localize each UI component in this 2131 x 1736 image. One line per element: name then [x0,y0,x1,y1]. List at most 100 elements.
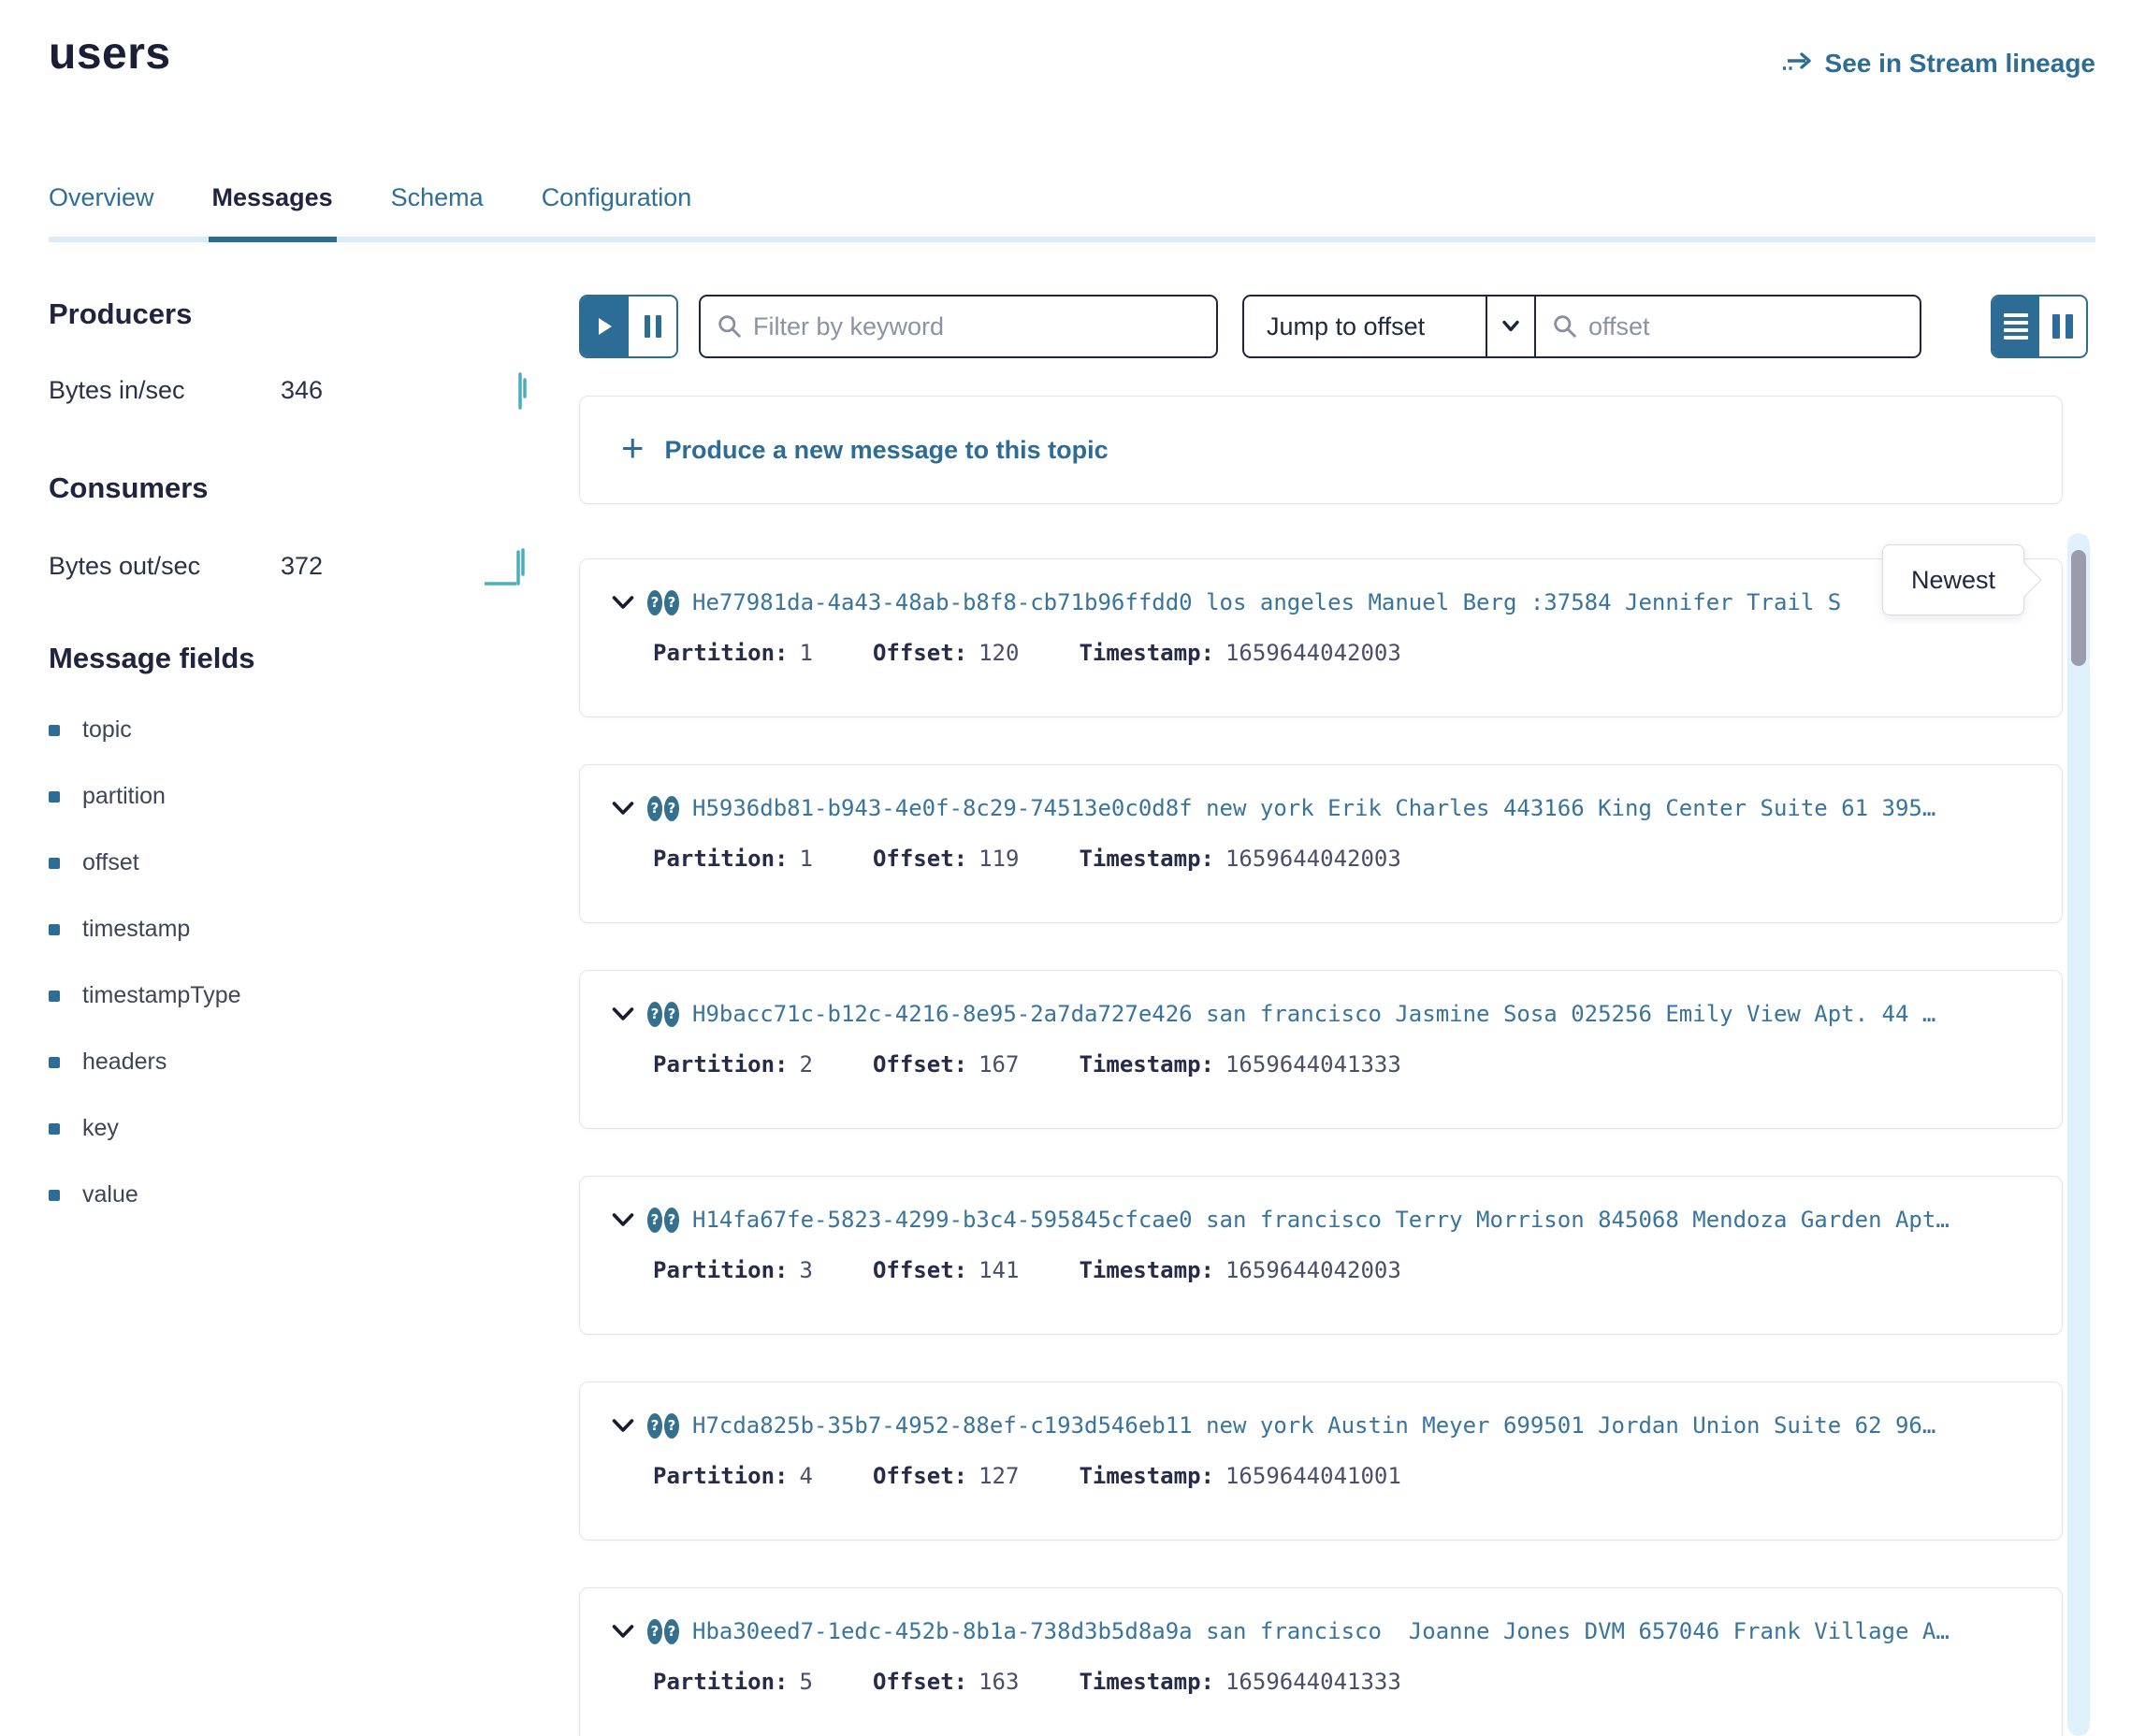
message-row[interactable]: ? ? H7cda825b-35b7-4952-88ef-c193d546eb1… [579,1382,2063,1541]
offset-label: Offset: [873,1051,967,1078]
pause-button[interactable] [629,297,676,356]
offset-label: Offset: [873,1669,967,1695]
unknown-glyph-icons: ? ? [647,1002,679,1027]
message-field-item[interactable]: value [49,1181,535,1208]
bytes-in-sparkline [507,369,535,412]
field-bullet-icon [49,858,60,869]
expand-row-button[interactable] [612,802,634,816]
stream-lineage-label: See in Stream lineage [1825,49,2095,79]
message-scrollbar-track[interactable] [2067,533,2090,1736]
timestamp-field: Timestamp:1659644041333 [1079,1051,1400,1078]
unknown-glyph-icons: ? ? [647,590,679,615]
message-field-item[interactable]: timestampType [49,982,535,1009]
list-view-button[interactable] [1993,297,2039,356]
unknown-glyph-icon: ? [664,1208,679,1233]
field-label: offset [82,849,139,876]
message-key-text: H9bacc71c-b12c-4216-8e95-2a7da727e426 sa… [692,1001,1935,1027]
offset-search-input[interactable] [1588,312,1920,341]
tab[interactable]: Overview [49,183,154,212]
unknown-glyph-icon: ? [664,1619,679,1644]
offset-search-field[interactable] [1534,297,1920,356]
message-key-line: ? ? Hba30eed7-1edc-452b-8b1a-738d3b5d8a9… [612,1618,2026,1644]
column-view-button[interactable] [2039,297,2086,356]
field-bullet-icon [49,791,60,803]
unknown-glyph-icons: ? ? [647,1208,679,1233]
bytes-out-label: Bytes out/sec [49,552,281,581]
message-row[interactable]: ? ? Hba30eed7-1edc-452b-8b1a-738d3b5d8a9… [579,1587,2063,1736]
keyword-filter-field[interactable] [699,295,1218,358]
message-field-item[interactable]: key [49,1115,535,1142]
unknown-glyph-icon: ? [647,590,662,615]
produce-message-button[interactable]: + Produce a new message to this topic [579,396,2063,504]
expand-row-button[interactable] [612,596,634,610]
timestamp-value: 1659644041001 [1225,1463,1401,1489]
field-label: headers [82,1049,167,1076]
offset-field: Offset:127 [873,1463,1020,1489]
chevron-down-icon [612,1213,634,1227]
message-fields-list: topic partition offset timestamp timesta… [49,716,535,1208]
play-button[interactable] [581,297,629,356]
chevron-down-icon [612,596,634,610]
chevron-down-icon [612,1419,634,1433]
message-row[interactable]: ? ? H9bacc71c-b12c-4216-8e95-2a7da727e42… [579,970,2063,1129]
message-meta-line: Partition:5 Offset:163 Timestamp:1659644… [653,1669,2026,1695]
timestamp-field: Timestamp:1659644042003 [1079,1257,1400,1283]
tab[interactable]: Messages [212,183,333,212]
plus-icon: + [621,428,645,468]
unknown-glyph-icon: ? [647,1002,662,1027]
messages-panel: Jump to offset [579,295,2088,1736]
unknown-glyph-icons: ? ? [647,1413,679,1439]
partition-field: Partition:5 [653,1669,813,1695]
message-scrollbar-thumb[interactable] [2071,550,2086,666]
unknown-glyph-icon: ? [664,590,679,615]
message-field-item[interactable]: partition [49,783,535,810]
message-row[interactable]: ? ? H5936db81-b943-4e0f-8c29-74513e0c0d8… [579,764,2063,923]
message-row[interactable]: ? ? He77981da-4a43-48ab-b8f8-cb71b96ffdd… [579,558,2063,717]
producers-heading: Producers [49,297,535,331]
partition-value: 2 [800,1051,813,1078]
timestamp-field: Timestamp: 1659644041001 [1079,1463,1400,1489]
message-meta-line: Partition:1 Offset:120 Timestamp:1659644… [653,640,2026,666]
timestamp-field: Timestamp:1659644041333 [1079,1669,1400,1695]
message-key-line: ? ? He77981da-4a43-48ab-b8f8-cb71b96ffdd… [612,589,2026,615]
message-field-item[interactable]: headers [49,1049,535,1076]
bytes-in-value: 346 [281,376,323,405]
keyword-filter-input[interactable] [753,312,1199,341]
tab[interactable]: Configuration [542,183,692,212]
expand-row-button[interactable] [612,1213,634,1227]
consumers-heading: Consumers [49,471,535,505]
unknown-glyph-icon: ? [647,796,662,821]
timestamp-value: 1659644041333 [1225,1669,1401,1695]
expand-row-button[interactable] [612,1419,634,1433]
list-view-icon [2004,321,2028,325]
list-view-icon [2004,313,2028,317]
offset-field: Offset:120 [873,640,1020,666]
jump-to-offset-control: Jump to offset [1242,295,1921,358]
message-row[interactable]: ? ? H14fa67fe-5823-4299-b3c4-595845cfcae… [579,1176,2063,1335]
newest-tooltip: Newest [1882,544,2024,615]
stream-lineage-link[interactable]: See in Stream lineage [1780,49,2095,79]
jump-to-offset-select[interactable]: Jump to offset [1244,297,1486,356]
bytes-in-label: Bytes in/sec [49,376,281,405]
field-label: key [82,1115,119,1142]
column-view-icon [2066,314,2073,339]
offset-value: 119 [979,846,1019,872]
unknown-glyph-icon: ? [664,1002,679,1027]
tab[interactable]: Schema [391,183,484,212]
unknown-glyph-icon: ? [664,1413,679,1439]
partition-label: Partition: [653,1051,789,1078]
expand-row-button[interactable] [612,1625,634,1639]
message-field-item[interactable]: timestamp [49,916,535,943]
timestamp-label: Timestamp: [1079,1257,1214,1283]
field-bullet-icon [49,991,60,1002]
jump-select-chevron[interactable] [1486,297,1534,356]
timestamp-label: Timestamp: [1079,1463,1214,1489]
view-mode-toggle [1991,295,2088,358]
message-field-item[interactable]: offset [49,849,535,876]
message-field-item[interactable]: topic [49,716,535,744]
play-icon [598,317,613,336]
chevron-down-icon [612,802,634,816]
expand-row-button[interactable] [612,1007,634,1021]
partition-field: Partition:4 [653,1463,813,1489]
unknown-glyph-icon: ? [647,1619,662,1644]
